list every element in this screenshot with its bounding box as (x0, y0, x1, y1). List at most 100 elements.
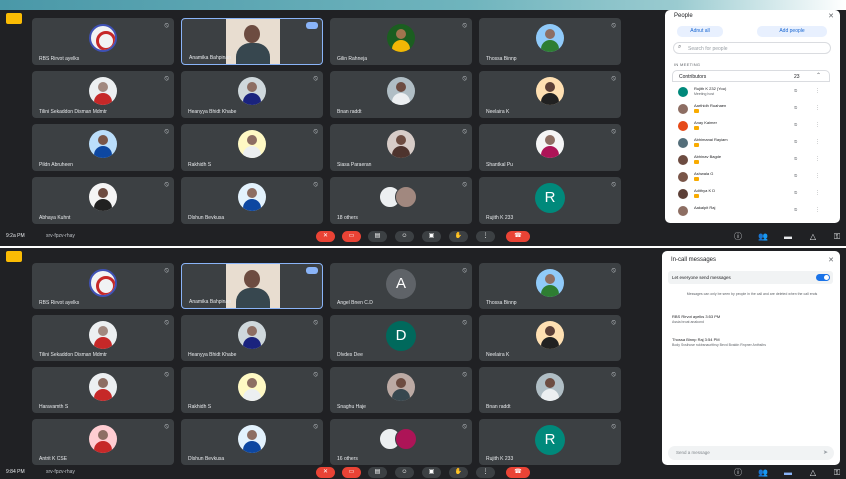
info-icon[interactable]: ⓘ (733, 468, 743, 478)
people-icon[interactable]: 👥 (758, 232, 768, 242)
more-vert-icon[interactable]: ⋮ (815, 122, 820, 128)
participant-tile[interactable]: ⦸ Pildn Abruheen (32, 124, 174, 171)
participant-tile[interactable]: D ⦸ Dlvdes Dee (330, 315, 472, 361)
participant-tile[interactable]: ⦸ Rakhidh S (181, 367, 323, 413)
send-icon[interactable]: ➤ (823, 449, 828, 456)
avatar (678, 121, 688, 131)
participant-tile[interactable]: ⦸ Neelaira K (479, 315, 621, 361)
participant-tile[interactable]: ⦸ Tilini Sekaddon Disman Mdmtr (32, 315, 174, 361)
participant-tile[interactable]: Anamika Bahpinan (181, 18, 323, 65)
captions-button[interactable]: ▤ (368, 231, 387, 242)
mic-button[interactable]: ✕ (316, 231, 335, 242)
participant-tile[interactable]: ⦸ Dlshun Bevkusa (181, 419, 323, 465)
camera-button[interactable]: ▭ (342, 231, 361, 242)
participant-tile[interactable]: ⦸ Antrit K CSE (32, 419, 174, 465)
mic-off-icon[interactable]: ⦸ (794, 173, 797, 179)
people-icon[interactable]: 👥 (758, 468, 768, 478)
lock-icon[interactable]: ⚿ (832, 468, 842, 478)
participant-tile[interactable]: R ⦸ Rujith K 233 (479, 177, 621, 224)
contributors-group-header[interactable]: Contributors 23 ⌃ (672, 70, 830, 82)
participant-row[interactable]: Aarthidh Ruahaen ⦸ ⋮ (672, 102, 830, 117)
captions-button[interactable]: ▤ (368, 467, 387, 478)
message-input[interactable]: Send a message ➤ (668, 446, 834, 460)
participant-tile[interactable]: ⦸ Thossa Binnp (479, 263, 621, 309)
more-vert-icon[interactable]: ⋮ (815, 156, 820, 162)
chat-icon[interactable]: ▬ (783, 232, 793, 242)
mic-off-icon[interactable]: ⦸ (794, 207, 797, 213)
avatar (678, 155, 688, 165)
reactions-button[interactable]: ☺ (395, 467, 414, 478)
raise-hand-button[interactable]: ✋ (449, 231, 468, 242)
participant-tile[interactable]: ⦸ Haravamth S (32, 367, 174, 413)
participant-tile[interactable]: ⦸ Bnan raddt (330, 71, 472, 118)
participant-tile[interactable]: ⦸ Rakhidh S (181, 124, 323, 171)
participant-tile[interactable]: ⦸ RBS Rirvot ayelks (32, 18, 174, 65)
participant-row[interactable]: Ashwala G ⦸ ⋮ (672, 170, 830, 185)
participant-row[interactable]: Abhinav Bagde ⦸ ⋮ (672, 153, 830, 168)
more-options-button[interactable]: ⋮ (476, 231, 495, 242)
participant-tile[interactable]: ⦸ Siasa Paraeran (330, 124, 472, 171)
mic-off-icon[interactable]: ⦸ (794, 190, 797, 196)
add-others-button[interactable]: Adnut all (677, 26, 723, 37)
participant-tile[interactable]: ⦸ Bnan raddt (479, 367, 621, 413)
participant-initial-avatar: R (535, 425, 565, 455)
close-icon[interactable]: ✕ (828, 256, 834, 264)
close-icon[interactable]: ✕ (828, 12, 834, 20)
activities-icon[interactable]: △ (808, 468, 818, 478)
speaking-indicator-icon (306, 22, 318, 29)
participant-tile[interactable]: ⦸ Heanyya Bhidt Khabe (181, 315, 323, 361)
activities-icon[interactable]: △ (808, 232, 818, 242)
mic-off-icon: ⦸ (611, 128, 616, 135)
reactions-button[interactable]: ☺ (395, 231, 414, 242)
add-people-button[interactable]: Add people (757, 26, 827, 37)
participant-row[interactable]: Rujith K 232 (You) Meeting host ⦸ ⋮ (672, 85, 830, 100)
more-vert-icon[interactable]: ⋮ (815, 139, 820, 145)
leave-call-button[interactable]: ☎ (506, 467, 530, 478)
participant-tile[interactable]: ⦸ Thossa Binnp (479, 18, 621, 65)
message-sender: RBS Rirvot ayelks 3:53 PM (672, 314, 721, 319)
participant-avatar (238, 130, 266, 158)
more-options-button[interactable]: ⋮ (476, 467, 495, 478)
leave-call-button[interactable]: ☎ (506, 231, 530, 242)
mic-off-icon[interactable]: ⦸ (794, 156, 797, 162)
participant-tile[interactable]: ⦸ Dlshun Bevkusa (181, 177, 323, 224)
participant-tile[interactable]: Anamika Bahpinan (181, 263, 323, 309)
send-messages-toggle[interactable] (816, 274, 830, 281)
captions-icon: ▤ (374, 233, 381, 239)
participant-tile[interactable]: ⦸ Abhaya Kuhnt (32, 177, 174, 224)
mic-off-icon[interactable]: ⦸ (794, 105, 797, 111)
participant-tile[interactable]: ⦸ Shantkal Pu (479, 124, 621, 171)
participant-tile[interactable]: R ⦸ Rujith K 233 (479, 419, 621, 465)
participant-tile[interactable]: ⦸ Tilini Sekaddon Disman Mdmtr (32, 71, 174, 118)
mic-off-icon[interactable]: ⦸ (794, 122, 797, 128)
mic-button[interactable]: ✕ (316, 467, 335, 478)
present-button[interactable]: ▣ (422, 231, 441, 242)
participant-tile[interactable]: ⦸ Gilin Rahneja (330, 18, 472, 65)
participant-tile[interactable]: ⦸ 18 others (330, 177, 472, 224)
more-vert-icon[interactable]: ⋮ (815, 88, 820, 94)
participant-tile[interactable]: ⦸ Snaghu Haje (330, 367, 472, 413)
participant-row[interactable]: Aakalpit Raj ⦸ ⋮ (672, 204, 830, 219)
mic-off-icon[interactable]: ⦸ (794, 139, 797, 145)
participant-tile[interactable]: ⦸ RBS Rirvot ayelks (32, 263, 174, 309)
participant-tile[interactable]: A ⦸ Angel Bnen C.D (330, 263, 472, 309)
participant-name: Rakhidh S (188, 404, 212, 410)
present-button[interactable]: ▣ (422, 467, 441, 478)
info-icon[interactable]: ⓘ (733, 232, 743, 242)
people-search-input[interactable]: ⌕ Search for people (673, 42, 831, 54)
participant-row[interactable]: Adithya K D ⦸ ⋮ (672, 187, 830, 202)
camera-button[interactable]: ▭ (342, 467, 361, 478)
participant-row[interactable]: Abhimanai Rayiam ⦸ ⋮ (672, 136, 830, 151)
mic-off-icon[interactable]: ⦸ (794, 88, 797, 94)
raise-hand-button[interactable]: ✋ (449, 467, 468, 478)
more-vert-icon[interactable]: ⋮ (815, 173, 820, 179)
participant-tile[interactable]: ⦸ 16 others (330, 419, 472, 465)
more-vert-icon[interactable]: ⋮ (815, 207, 820, 213)
participant-tile[interactable]: ⦸ Heanyya Bhidt Khabe (181, 71, 323, 118)
more-vert-icon[interactable]: ⋮ (815, 105, 820, 111)
participant-row[interactable]: Anay Kaimer ⦸ ⋮ (672, 119, 830, 134)
more-vert-icon[interactable]: ⋮ (815, 190, 820, 196)
lock-icon[interactable]: ⚿ (832, 232, 842, 242)
chat-icon[interactable]: ▬ (783, 468, 793, 478)
participant-tile[interactable]: ⦸ Neelaira K (479, 71, 621, 118)
